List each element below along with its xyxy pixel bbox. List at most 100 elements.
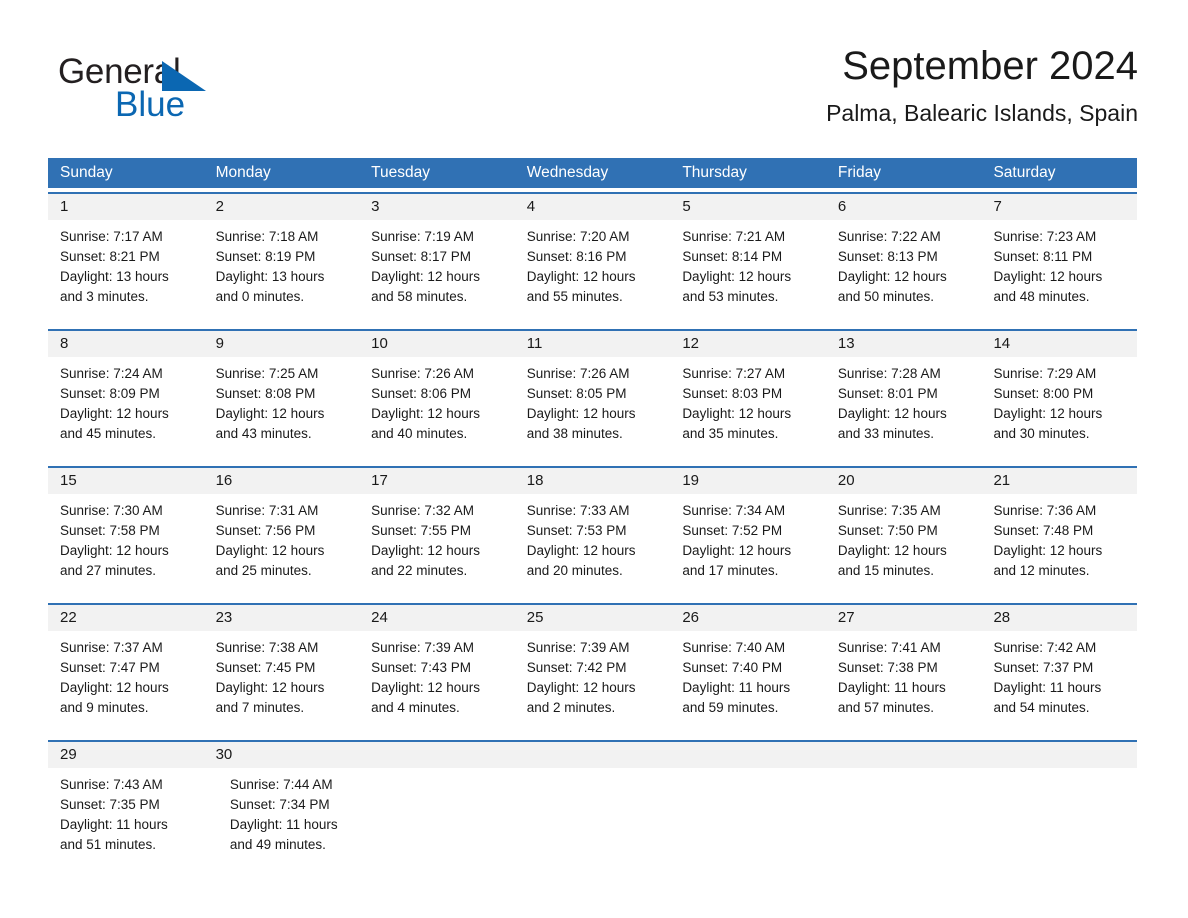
week-detail-band: Sunrise: 7:37 AM Sunset: 7:47 PM Dayligh… (48, 631, 1137, 736)
daylight-text-line2: and 58 minutes. (371, 289, 468, 304)
sunrise-text: Sunrise: 7:25 AM (215, 366, 319, 381)
day-number[interactable]: 14 (981, 331, 1137, 357)
logo-text-blue: Blue (115, 85, 186, 124)
day-detail-cell: Sunrise: 7:24 AM Sunset: 8:09 PM Dayligh… (48, 357, 204, 462)
day-number[interactable]: 2 (204, 194, 360, 220)
sunset-text: Sunset: 7:58 PM (60, 523, 160, 538)
day-number[interactable]: 24 (359, 605, 515, 631)
daylight-text-line1: Daylight: 11 hours (682, 680, 791, 695)
daylight-text-line2: and 50 minutes. (837, 289, 934, 304)
day-number[interactable]: 16 (204, 468, 360, 494)
week-daynumber-band: 22 23 24 25 26 27 28 (48, 605, 1137, 631)
daylight-text-line2: and 22 minutes. (371, 563, 468, 578)
day-number[interactable]: 25 (515, 605, 671, 631)
day-number[interactable]: 13 (826, 331, 982, 357)
sunrise-text: Sunrise: 7:36 AM (993, 503, 1097, 518)
day-detail-cell: Sunrise: 7:25 AM Sunset: 8:08 PM Dayligh… (204, 357, 360, 462)
daylight-text-line2: and 55 minutes. (526, 289, 623, 304)
day-detail-cell: Sunrise: 7:23 AM Sunset: 8:11 PM Dayligh… (981, 220, 1137, 325)
day-number[interactable]: 28 (981, 605, 1137, 631)
day-detail-cell: Sunrise: 7:31 AM Sunset: 7:56 PM Dayligh… (204, 494, 360, 599)
day-number[interactable]: 22 (48, 605, 204, 631)
daylight-text-line2: and 53 minutes. (682, 289, 779, 304)
daylight-text-line2: and 59 minutes. (682, 700, 779, 715)
day-number[interactable]: 27 (826, 605, 982, 631)
sunrise-text: Sunrise: 7:38 AM (215, 640, 319, 655)
sunset-text: Sunset: 8:19 PM (215, 249, 316, 264)
day-number-empty (981, 742, 1137, 768)
daylight-text-line2: and 3 minutes. (60, 289, 149, 304)
daylight-text-line1: Daylight: 12 hours (371, 680, 480, 695)
day-number[interactable]: 9 (204, 331, 360, 357)
day-number[interactable]: 12 (670, 331, 826, 357)
sunrise-text: Sunrise: 7:31 AM (215, 503, 319, 518)
daylight-text-line1: Daylight: 12 hours (215, 406, 325, 421)
day-number[interactable]: 17 (359, 468, 515, 494)
sunrise-text: Sunrise: 7:43 AM (60, 777, 163, 792)
day-number-empty (359, 742, 515, 768)
daylight-text-line1: Daylight: 12 hours (682, 269, 792, 284)
sunset-text: Sunset: 8:14 PM (682, 249, 783, 264)
daylight-text-line1: Daylight: 12 hours (682, 543, 792, 558)
day-number[interactable]: 10 (359, 331, 515, 357)
sunrise-text: Sunrise: 7:26 AM (371, 366, 474, 381)
day-number[interactable]: 5 (670, 194, 826, 220)
weekday-header-thursday: Thursday (682, 164, 747, 181)
daylight-text-line1: Daylight: 12 hours (371, 269, 480, 284)
day-number[interactable]: 15 (48, 468, 204, 494)
sunrise-text: Sunrise: 7:24 AM (60, 366, 163, 381)
weekday-header-sunday: Sunday (60, 164, 113, 181)
weekday-header-wednesday: Wednesday (526, 164, 609, 181)
day-detail-cell-empty (837, 768, 987, 873)
day-number[interactable]: 26 (670, 605, 826, 631)
sunrise-text: Sunrise: 7:21 AM (682, 229, 786, 244)
sunset-text: Sunset: 8:01 PM (837, 386, 938, 401)
day-number[interactable]: 19 (670, 468, 826, 494)
daylight-text-line1: Daylight: 12 hours (371, 543, 480, 558)
daylight-text-line2: and 17 minutes. (682, 563, 779, 578)
sunset-text: Sunset: 7:42 PM (526, 660, 627, 675)
day-number[interactable]: 6 (826, 194, 982, 220)
daylight-text-line1: Daylight: 12 hours (215, 680, 325, 695)
week-detail-band: Sunrise: 7:17 AM Sunset: 8:21 PM Dayligh… (48, 220, 1137, 325)
page-header: General Blue September 2024 Palma, Balea… (48, 40, 1138, 150)
sunset-text: Sunset: 7:43 PM (371, 660, 471, 675)
day-number[interactable]: 1 (48, 194, 204, 220)
calendar-grid: Sunday Monday Tuesday Wednesday Thursday… (48, 158, 1137, 873)
day-detail-cell-empty (538, 768, 688, 873)
weekday-header-monday: Monday (215, 164, 271, 181)
sunrise-text: Sunrise: 7:18 AM (215, 229, 319, 244)
daylight-text-line1: Daylight: 12 hours (993, 269, 1103, 284)
day-number[interactable]: 23 (204, 605, 360, 631)
day-number[interactable]: 7 (981, 194, 1137, 220)
day-number[interactable]: 8 (48, 331, 204, 357)
daylight-text-line2: and 48 minutes. (993, 289, 1090, 304)
day-number[interactable]: 11 (515, 331, 671, 357)
day-detail-cell: Sunrise: 7:26 AM Sunset: 8:05 PM Dayligh… (515, 357, 671, 462)
day-number[interactable]: 21 (981, 468, 1137, 494)
day-detail-cell: Sunrise: 7:26 AM Sunset: 8:06 PM Dayligh… (359, 357, 515, 462)
daylight-text-line1: Daylight: 12 hours (60, 680, 169, 695)
sunset-text: Sunset: 7:40 PM (682, 660, 783, 675)
day-number[interactable]: 4 (515, 194, 671, 220)
day-number[interactable]: 20 (826, 468, 982, 494)
page-title: September 2024 (842, 44, 1138, 88)
generalblue-logo[interactable]: General Blue (58, 52, 318, 132)
daylight-text-line2: and 15 minutes. (837, 563, 934, 578)
day-detail-cell: Sunrise: 7:28 AM Sunset: 8:01 PM Dayligh… (826, 357, 982, 462)
daylight-text-line1: Daylight: 12 hours (60, 406, 169, 421)
daylight-text-line2: and 27 minutes. (60, 563, 157, 578)
day-detail-cell: Sunrise: 7:22 AM Sunset: 8:13 PM Dayligh… (826, 220, 982, 325)
day-number[interactable]: 18 (515, 468, 671, 494)
sunrise-text: Sunrise: 7:29 AM (993, 366, 1097, 381)
day-number[interactable]: 3 (359, 194, 515, 220)
day-number[interactable]: 30 (204, 742, 360, 768)
day-number[interactable]: 29 (48, 742, 204, 768)
sunset-text: Sunset: 8:21 PM (60, 249, 160, 264)
day-detail-cell: Sunrise: 7:29 AM Sunset: 8:00 PM Dayligh… (981, 357, 1137, 462)
day-detail-cell: Sunrise: 7:44 AM Sunset: 7:34 PM Dayligh… (218, 768, 388, 873)
day-detail-cell: Sunrise: 7:37 AM Sunset: 7:47 PM Dayligh… (48, 631, 204, 736)
sunrise-text: Sunrise: 7:44 AM (229, 777, 333, 792)
day-detail-cell: Sunrise: 7:41 AM Sunset: 7:38 PM Dayligh… (826, 631, 982, 736)
sunset-text: Sunset: 8:16 PM (526, 249, 627, 264)
